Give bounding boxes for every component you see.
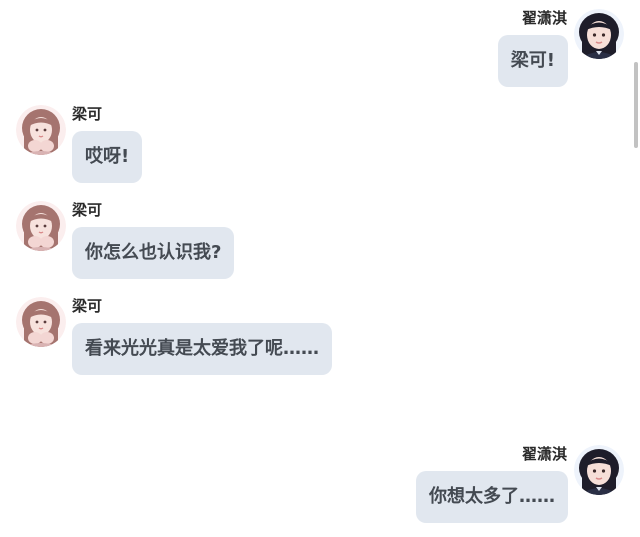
- chat-message-5: 翟潇淇 你想太多了……: [0, 436, 640, 532]
- sender-name: 翟潇淇: [521, 9, 567, 27]
- message-bubble[interactable]: 你想太多了……: [416, 471, 568, 523]
- chat-message-2: 梁可 哎呀!: [0, 96, 640, 192]
- scrollbar[interactable]: [632, 0, 640, 537]
- girl-brown-hair-avatar-icon[interactable]: [16, 297, 66, 347]
- scrollbar-thumb[interactable]: [634, 62, 638, 148]
- chat-message-3: 梁可 你怎么也认识我?: [0, 192, 640, 288]
- message-bubble[interactable]: 哎呀!: [72, 131, 143, 183]
- message-bubble[interactable]: 梁可!: [497, 35, 568, 87]
- message-bubble[interactable]: 看来光光真是太爱我了呢……: [72, 323, 332, 375]
- chat-message-4: 梁可 看来光光真是太爱我了呢……: [0, 288, 640, 384]
- girl-brown-hair-avatar-icon[interactable]: [16, 105, 66, 155]
- girl-dark-hair-avatar-icon[interactable]: [574, 9, 624, 59]
- girl-brown-hair-avatar-icon[interactable]: [16, 201, 66, 251]
- chat-message-1: 翟潇淇 梁可!: [0, 0, 640, 96]
- girl-dark-hair-avatar-icon[interactable]: [574, 445, 624, 495]
- sender-name: 翟潇淇: [521, 445, 567, 463]
- sender-name: 梁可: [72, 105, 103, 123]
- message-bubble[interactable]: 你怎么也认识我?: [72, 227, 235, 279]
- sender-name: 梁可: [72, 297, 103, 315]
- sender-name: 梁可: [72, 201, 103, 219]
